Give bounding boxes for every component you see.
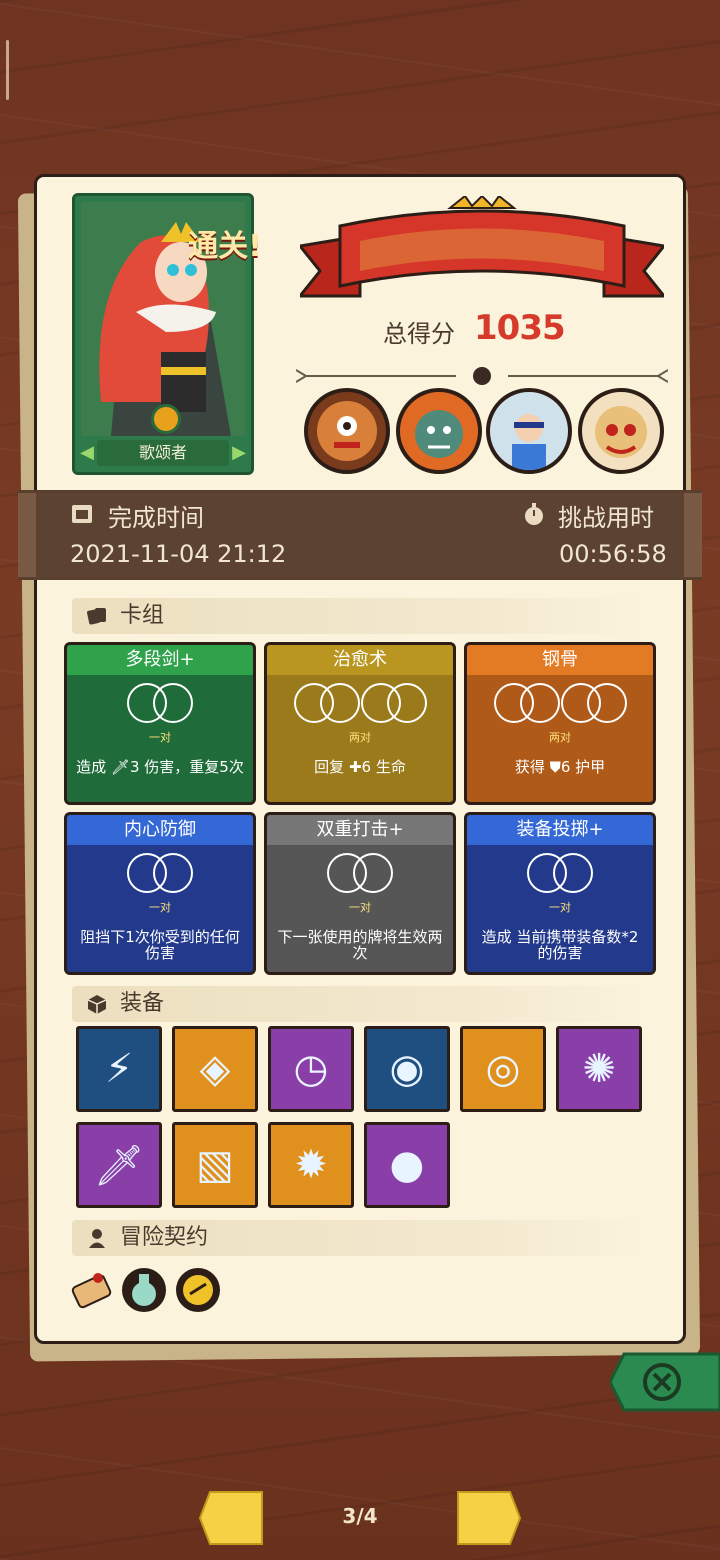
card-description: 造成 🗡3 伤害，重复5次 xyxy=(76,758,244,776)
card-name: 多段剑+ xyxy=(67,645,253,675)
card-rings xyxy=(467,853,653,897)
lightning-orb-icon: ⚡ xyxy=(104,1046,134,1092)
card-name: 钢骨 xyxy=(467,645,653,675)
equipment-slot[interactable]: ◷ xyxy=(268,1026,354,1112)
boss-portrait-3 xyxy=(486,388,572,474)
score-value: 1035 xyxy=(474,308,566,348)
box-icon xyxy=(87,995,107,1014)
cards-icon xyxy=(87,608,106,625)
card-pair-label: 两对 xyxy=(549,731,571,744)
deck-card[interactable]: 钢骨两对获得 ⛊6 护甲 xyxy=(464,642,656,805)
scroll-indicator xyxy=(6,40,9,100)
moss-stone-icon: ▧ xyxy=(196,1142,234,1188)
eye-ring-icon: ◉ xyxy=(389,1046,425,1092)
hero-next-icon[interactable]: ▶ xyxy=(231,442,247,464)
equipment-slot[interactable]: ◎ xyxy=(460,1026,546,1112)
finish-time-label: 完成时间 xyxy=(108,504,204,532)
card-pair-label: 一对 xyxy=(149,731,171,744)
ring-icon xyxy=(153,853,193,893)
boss-portrait-2 xyxy=(396,388,482,474)
card-rings xyxy=(267,683,453,727)
close-icon[interactable] xyxy=(644,1365,680,1401)
card-pair-label: 一对 xyxy=(549,901,571,914)
card-description: 获得 ⛊6 护甲 xyxy=(514,758,606,776)
contract-title: 冒险契约 xyxy=(120,1225,209,1250)
blue-spirit-icon: ● xyxy=(389,1142,425,1188)
ring-icon xyxy=(553,853,593,893)
ring-icon xyxy=(586,683,627,723)
hero-class-badge xyxy=(151,404,181,434)
boss-portrait-4 xyxy=(578,388,664,474)
victory-banner xyxy=(300,196,664,298)
finish-time-value: 2021-11-04 21:12 xyxy=(70,540,287,568)
deck-card[interactable]: 内心防御一对阻挡下1次你受到的任何伤害 xyxy=(64,812,256,975)
card-pair-label: 两对 xyxy=(349,731,371,744)
ring-icon xyxy=(353,853,393,893)
ornament-divider xyxy=(296,367,668,385)
deck-title: 卡组 xyxy=(120,603,165,628)
card-pair-label: 一对 xyxy=(149,901,171,914)
hero-name: 歌颂者 xyxy=(97,440,229,466)
potion-icon[interactable] xyxy=(120,1266,168,1314)
scroll-icon[interactable] xyxy=(68,1266,116,1314)
card-name: 装备投掷+ xyxy=(467,815,653,845)
equipment-slot[interactable]: ◈ xyxy=(172,1026,258,1112)
deck-card[interactable]: 装备投掷+ 一对造成 当前携带装备数*2 的伤害 xyxy=(464,812,656,975)
card-rings xyxy=(467,683,653,727)
equipment-slot[interactable]: ⚡ xyxy=(76,1026,162,1112)
deck-section-header: 卡组 xyxy=(72,598,646,634)
page-indicator: 3/4 xyxy=(342,1504,378,1528)
victory-title: 通关! xyxy=(188,229,262,264)
card-rings xyxy=(67,683,253,727)
spiked-shield-icon: ✺ xyxy=(582,1046,616,1092)
prev-page-button[interactable] xyxy=(198,1490,264,1546)
water-amulet-icon: ◎ xyxy=(485,1046,521,1092)
ice-shield-icon: ◈ xyxy=(199,1046,231,1092)
card-description: 下一张使用的牌将生效两次 xyxy=(277,928,443,962)
equipment-slot[interactable]: ✺ xyxy=(556,1026,642,1112)
card-rings xyxy=(67,853,253,897)
equipment-slot[interactable]: ◉ xyxy=(364,1026,450,1112)
equipment-slot[interactable]: 🗡 xyxy=(76,1122,162,1208)
card-pair-label: 一对 xyxy=(349,901,371,914)
card-description: 阻挡下1次你受到的任何伤害 xyxy=(80,928,240,962)
deck-card[interactable]: 治愈术两对回复 ✚6 生命 xyxy=(264,642,456,805)
deck-card[interactable]: 双重打击+ 一对下一张使用的牌将生效两次 xyxy=(264,812,456,975)
dagger-icon: 🗡 xyxy=(93,1142,145,1189)
stopwatch-icon xyxy=(525,503,543,525)
equipment-slot[interactable]: ▧ xyxy=(172,1122,258,1208)
hero-prev-icon[interactable]: ◀ xyxy=(79,442,95,464)
ring-icon xyxy=(153,683,193,723)
card-rings xyxy=(267,853,453,897)
card-name: 双重打击+ xyxy=(267,815,453,845)
person-icon xyxy=(89,1229,105,1248)
equipment-slot[interactable]: ● xyxy=(364,1122,450,1208)
ring-icon xyxy=(519,683,560,723)
ring-icon xyxy=(386,683,427,723)
next-page-button[interactable] xyxy=(456,1490,522,1546)
calendar-icon xyxy=(72,505,92,523)
duration-value: 00:56:58 xyxy=(559,540,667,568)
clock-necklace-icon: ◷ xyxy=(293,1046,329,1092)
equipment-section-header: 装备 xyxy=(72,986,646,1022)
coin-icon[interactable] xyxy=(174,1266,222,1314)
card-description: 回复 ✚6 生命 xyxy=(314,758,406,776)
spiked-ball-icon: ✹ xyxy=(294,1142,328,1188)
card-name: 内心防御 xyxy=(67,815,253,845)
duration-label: 挑战用时 xyxy=(558,504,654,532)
ring-icon xyxy=(319,683,360,723)
score-label: 总得分 xyxy=(383,320,455,348)
equipment-title: 装备 xyxy=(120,991,165,1016)
card-description: 造成 当前携带装备数*2 的伤害 xyxy=(481,928,639,962)
deck-card[interactable]: 多段剑+ 一对造成 🗡3 伤害，重复5次 xyxy=(64,642,256,805)
boss-portrait-1 xyxy=(304,388,390,474)
contract-section-header: 冒险契约 xyxy=(72,1220,646,1256)
card-name: 治愈术 xyxy=(267,645,453,675)
equipment-slot[interactable]: ✹ xyxy=(268,1122,354,1208)
